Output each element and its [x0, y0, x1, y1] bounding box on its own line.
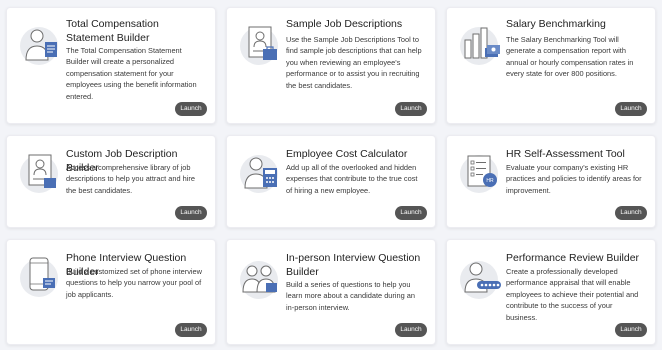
- tool-card-sample-job-descriptions: Sample Job Descriptions Use the Sample J…: [226, 7, 436, 124]
- launch-button[interactable]: Launch: [175, 323, 207, 337]
- job-profile-document-icon: [237, 20, 285, 68]
- tool-card-employee-cost-calculator: Employee Cost Calculator Add up all of t…: [226, 135, 436, 228]
- tool-description: Create a professionally developed perfor…: [506, 267, 639, 322]
- tool-card-salary-benchmarking: Salary Benchmarking The Salary Benchmark…: [446, 7, 656, 124]
- two-people-interview-icon: [237, 254, 285, 302]
- tool-description: Build a customized set of phone intervie…: [66, 267, 202, 299]
- tool-description: Add up all of the overlooked and hidden …: [286, 163, 418, 195]
- launch-button[interactable]: Launch: [175, 206, 207, 220]
- person-calculator-icon: [237, 148, 285, 196]
- launch-button[interactable]: Launch: [615, 206, 647, 220]
- launch-button[interactable]: Launch: [395, 323, 427, 337]
- bar-chart-money-icon: [457, 20, 505, 68]
- tool-card-custom-job-description: Custom Job Description Builder Access a …: [6, 135, 216, 228]
- launch-button[interactable]: Launch: [615, 102, 647, 116]
- tool-title: In-person Interview Question Builder: [286, 252, 421, 278]
- tool-card-total-compensation: Total Compensation Statement Builder The…: [6, 7, 216, 124]
- tool-title: Salary Benchmarking: [506, 18, 606, 30]
- tool-description: Use the Sample Job Descriptions Tool to …: [286, 35, 422, 90]
- smartphone-icon: [17, 252, 65, 300]
- launch-button[interactable]: Launch: [395, 102, 427, 116]
- tool-title: Performance Review Builder: [506, 252, 640, 264]
- tool-card-hr-self-assessment: HR HR Self-Assessment Tool Evaluate your…: [446, 135, 656, 228]
- tool-card-phone-interview: Phone Interview Question Builder Build a…: [6, 239, 216, 345]
- tool-card-performance-review: Performance Review Builder Create a prof…: [446, 239, 656, 345]
- tool-description: The Salary Benchmarking Tool will genera…: [506, 35, 634, 79]
- person-with-certificate-icon: [17, 20, 65, 68]
- tool-description: Access a comprehensive library of job de…: [66, 163, 196, 195]
- launch-button[interactable]: Launch: [395, 206, 427, 220]
- tool-description: The Total Compensation Statement Builder…: [66, 46, 197, 101]
- tool-title: Total Compensation Statement Builder: [66, 18, 159, 44]
- tool-title: Sample Job Descriptions: [286, 18, 403, 30]
- tool-title: Employee Cost Calculator: [286, 148, 408, 160]
- tool-card-in-person-interview: In-person Interview Question Builder Bui…: [226, 239, 436, 345]
- tool-description: Build a series of questions to help you …: [286, 280, 416, 312]
- person-rating-stars-icon: [457, 254, 505, 302]
- checklist-clipboard-icon: HR: [457, 148, 505, 196]
- launch-button[interactable]: Launch: [175, 102, 207, 116]
- launch-button[interactable]: Launch: [615, 323, 647, 337]
- svg-text:HR: HR: [486, 178, 494, 184]
- tool-description: Evaluate your company's existing HR prac…: [506, 163, 642, 195]
- id-document-icon: [17, 148, 65, 196]
- tool-title: HR Self-Assessment Tool: [506, 148, 625, 160]
